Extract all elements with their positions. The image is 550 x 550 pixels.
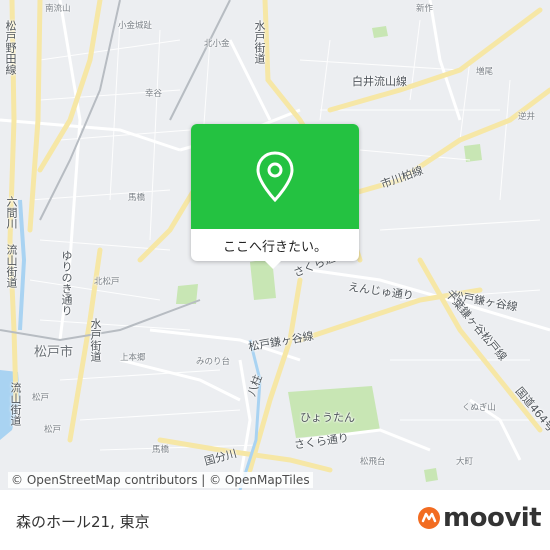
- location-pin-icon: [256, 150, 294, 202]
- map-label: くぬぎ山: [462, 403, 496, 413]
- road-label: 水戸街道: [89, 318, 102, 362]
- map-label: 北小金: [204, 39, 230, 49]
- map-label: 小金城趾: [118, 21, 153, 31]
- map-label: 増尾: [476, 67, 494, 77]
- road-label: 流山街道: [9, 382, 22, 426]
- moovit-pin-icon: [418, 507, 440, 529]
- brand-name: moovit: [443, 503, 542, 533]
- map-label: 逆井: [518, 112, 536, 122]
- destination-popup[interactable]: ここへ行きたい。: [191, 124, 359, 261]
- place-name: 森のホール21, 東京: [16, 513, 150, 531]
- road-label: 水戸街道: [253, 20, 266, 64]
- map-label: 新作: [416, 4, 434, 14]
- map-label: 上本郷: [120, 353, 146, 363]
- road-label: 流山街道: [5, 244, 18, 288]
- road-label: 六間川: [5, 196, 18, 229]
- city-label: 松戸市: [34, 345, 74, 360]
- road-label: 白井流山線: [352, 75, 407, 88]
- map-label: 松戸: [32, 393, 50, 403]
- map-label: 松飛台: [360, 457, 386, 467]
- popup-pointer: [264, 260, 282, 269]
- map-label: みのり台: [196, 357, 231, 367]
- popup-label[interactable]: ここへ行きたい。: [191, 229, 359, 261]
- map-label: 馬橋: [128, 193, 146, 203]
- road-label: ひょうたん: [300, 411, 355, 424]
- road-label: 松戸野田線: [4, 20, 17, 75]
- map-label: 南流山: [45, 4, 71, 14]
- map-label: 幸谷: [145, 89, 163, 99]
- moovit-logo: moovit: [417, 503, 542, 533]
- map-label: 大町: [456, 457, 474, 467]
- map-label: 馬橋: [152, 445, 170, 455]
- map-label: 松戸: [44, 425, 62, 435]
- popup-header: [191, 124, 359, 229]
- map-widget: 南流山 新作 小金城趾 北小金 松戸野田線 水戸街道 幸谷 白井流山線 増尾 逆…: [0, 0, 550, 550]
- map-attribution[interactable]: © OpenStreetMap contributors | © OpenMap…: [8, 472, 313, 488]
- map-label: 北松戸: [94, 277, 120, 287]
- road-label: ゆりのき通り: [60, 250, 73, 316]
